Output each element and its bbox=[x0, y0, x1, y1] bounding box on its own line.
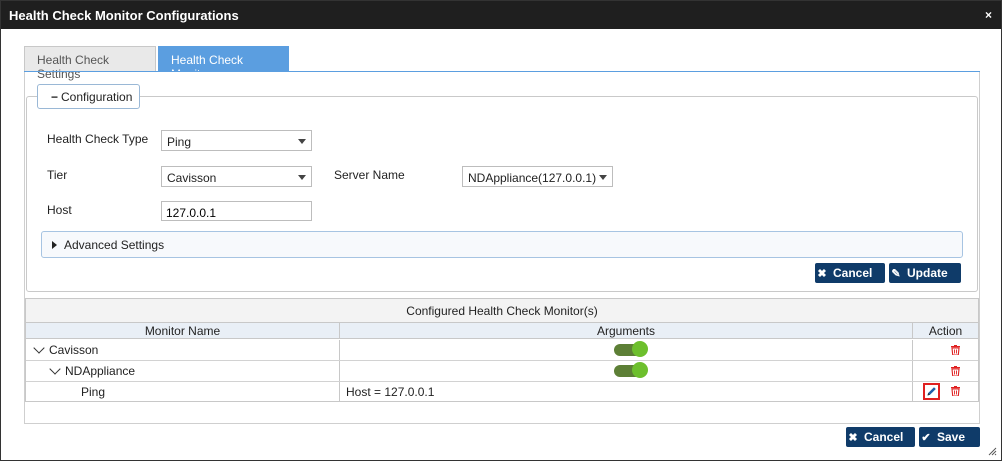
caret-right-icon bbox=[52, 241, 57, 249]
action-cell bbox=[913, 340, 978, 360]
table-row: Cavisson bbox=[26, 340, 978, 361]
host-label: Host bbox=[47, 203, 72, 217]
tier-label: Tier bbox=[47, 168, 68, 182]
monitor-name: Cavisson bbox=[49, 343, 99, 357]
dialog-title: Health Check Monitor Configurations bbox=[9, 8, 239, 23]
arguments-cell bbox=[340, 340, 913, 360]
pencil-icon: ✎ bbox=[891, 268, 901, 280]
dialog-window: Health Check Monitor Configurations × He… bbox=[0, 0, 1002, 461]
column-header-action: Action bbox=[913, 323, 978, 339]
trash-icon[interactable] bbox=[951, 366, 960, 376]
toggle-knob bbox=[632, 362, 648, 378]
monitor-table: Configured Health Check Monitor(s) Monit… bbox=[25, 298, 979, 402]
server-name-label: Server Name bbox=[334, 168, 405, 182]
chevron-down-icon bbox=[33, 342, 45, 354]
resize-handle-icon[interactable] bbox=[987, 446, 997, 456]
host-input[interactable] bbox=[161, 201, 312, 221]
server-name-select[interactable]: NDAppliance(127.0.0.1) bbox=[462, 166, 613, 187]
toggle-knob bbox=[632, 341, 648, 357]
enable-toggle[interactable] bbox=[614, 362, 648, 378]
save-label: Save bbox=[937, 430, 966, 444]
footer-cancel-button[interactable]: ✖ Cancel bbox=[846, 427, 915, 447]
column-header-monitor-name: Monitor Name bbox=[26, 323, 340, 339]
action-cell bbox=[913, 382, 978, 402]
update-button[interactable]: ✎ Update bbox=[889, 263, 961, 283]
monitor-name-cell[interactable]: NDAppliance bbox=[26, 361, 340, 381]
checkmark-icon: ✔ bbox=[921, 432, 931, 444]
action-cell bbox=[913, 361, 978, 381]
chevron-down-icon bbox=[49, 363, 61, 375]
close-icon[interactable]: × bbox=[985, 8, 992, 22]
monitor-name: Ping bbox=[81, 385, 106, 399]
health-check-type-value: Ping bbox=[167, 135, 192, 149]
arguments-cell bbox=[340, 361, 913, 381]
enable-toggle[interactable] bbox=[614, 341, 648, 357]
table-title: Configured Health Check Monitor(s) bbox=[26, 299, 978, 323]
monitor-name-cell[interactable]: Cavisson bbox=[26, 340, 340, 360]
health-check-type-label: Health Check Type bbox=[47, 132, 149, 146]
close-icon: ✖ bbox=[848, 432, 858, 444]
table-row: NDAppliance bbox=[26, 361, 978, 382]
chevron-down-icon bbox=[599, 175, 607, 180]
table-row: Ping Host = 127.0.0.1 bbox=[26, 382, 978, 403]
edit-button[interactable] bbox=[923, 383, 940, 400]
configuration-legend-label: Configuration bbox=[61, 90, 133, 104]
collapse-icon: − bbox=[51, 90, 59, 104]
chevron-down-icon bbox=[298, 175, 306, 180]
pencil-icon bbox=[927, 387, 936, 396]
tab-health-check-monitor[interactable]: Health Check Monitor bbox=[158, 46, 289, 81]
server-name-value: NDAppliance(127.0.0.1) bbox=[468, 171, 597, 185]
tab-health-check-settings[interactable]: Health Check Settings bbox=[24, 46, 156, 81]
update-label: Update bbox=[907, 266, 948, 280]
chevron-down-icon bbox=[298, 139, 306, 144]
footer-cancel-label: Cancel bbox=[864, 430, 904, 444]
arguments-value: Host = 127.0.0.1 bbox=[346, 385, 435, 399]
health-check-type-select[interactable]: Ping bbox=[161, 130, 312, 151]
tier-select[interactable]: Cavisson bbox=[161, 166, 312, 187]
monitor-name: NDAppliance bbox=[65, 364, 136, 378]
config-cancel-label: Cancel bbox=[833, 266, 873, 280]
advanced-settings-toggle[interactable]: Advanced Settings bbox=[41, 231, 963, 258]
trash-icon[interactable] bbox=[951, 345, 960, 355]
config-cancel-button[interactable]: ✖ Cancel bbox=[815, 263, 885, 283]
arguments-cell: Host = 127.0.0.1 bbox=[340, 382, 913, 402]
tier-value: Cavisson bbox=[167, 171, 217, 185]
column-header-arguments: Arguments bbox=[340, 323, 913, 339]
configuration-legend-toggle[interactable]: − Configuration bbox=[37, 84, 140, 109]
close-icon: ✖ bbox=[817, 268, 827, 280]
advanced-settings-label: Advanced Settings bbox=[64, 238, 165, 252]
monitor-name-cell[interactable]: Ping bbox=[26, 382, 340, 402]
save-button[interactable]: ✔ Save bbox=[919, 427, 980, 447]
title-bar: Health Check Monitor Configurations × bbox=[1, 1, 1001, 29]
trash-icon[interactable] bbox=[951, 386, 960, 396]
